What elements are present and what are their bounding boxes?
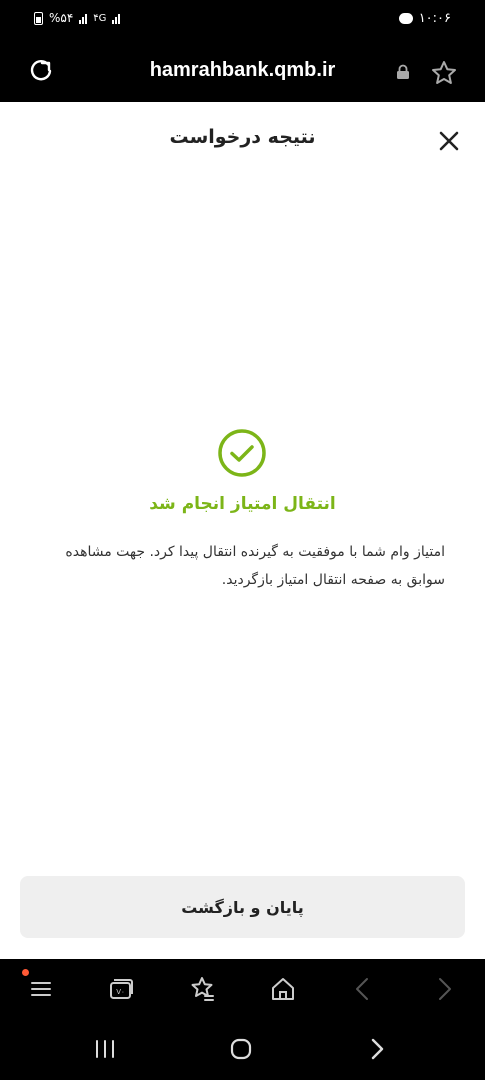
close-icon[interactable] xyxy=(436,128,462,154)
system-nav-bar xyxy=(0,1019,485,1080)
browser-toolbar: V۰ xyxy=(0,959,485,1019)
network-label: ۴G xyxy=(93,12,107,24)
recent-apps-icon[interactable] xyxy=(92,1036,118,1062)
chat-icon xyxy=(398,13,413,24)
bookmarks-icon[interactable] xyxy=(188,975,216,1003)
success-check-icon xyxy=(218,429,266,477)
tabs-icon[interactable]: V۰ xyxy=(107,975,135,1003)
back-arrow-icon[interactable] xyxy=(364,1036,390,1062)
signal-icon-2 xyxy=(112,12,121,24)
page-title: نتیجه درخواست xyxy=(169,126,316,148)
page-content: نتیجه درخواست انتقال امتیاز انجام شد امت… xyxy=(0,102,485,959)
success-message: امتیاز وام شما با موفقیت به گیرنده انتقا… xyxy=(65,544,445,588)
url-text[interactable]: hamrahbank.qmb.ir xyxy=(0,59,485,82)
menu-icon[interactable] xyxy=(27,975,55,1003)
home-circle-icon[interactable] xyxy=(228,1036,254,1062)
battery-icon xyxy=(34,11,43,25)
done-and-return-button[interactable]: پایان و بازگشت xyxy=(20,876,465,938)
lock-icon xyxy=(397,64,409,79)
battery-percent: %۵۴ xyxy=(49,11,74,25)
status-right: ۱۰:۰۶ xyxy=(398,11,451,26)
status-left: %۵۴ ۴G xyxy=(34,11,121,25)
tab-count: V۰ xyxy=(116,988,125,996)
browser-bar: hamrahbank.qmb.ir xyxy=(0,40,485,102)
signal-icon xyxy=(79,12,88,24)
bookmark-star-icon[interactable] xyxy=(430,60,458,86)
back-icon[interactable] xyxy=(349,975,377,1003)
forward-icon[interactable] xyxy=(430,975,458,1003)
success-title: انتقال امتیاز انجام شد xyxy=(149,494,336,514)
home-icon[interactable] xyxy=(269,975,297,1003)
status-time: ۱۰:۰۶ xyxy=(418,11,451,26)
status-bar: %۵۴ ۴G ۱۰:۰۶ xyxy=(0,0,485,40)
